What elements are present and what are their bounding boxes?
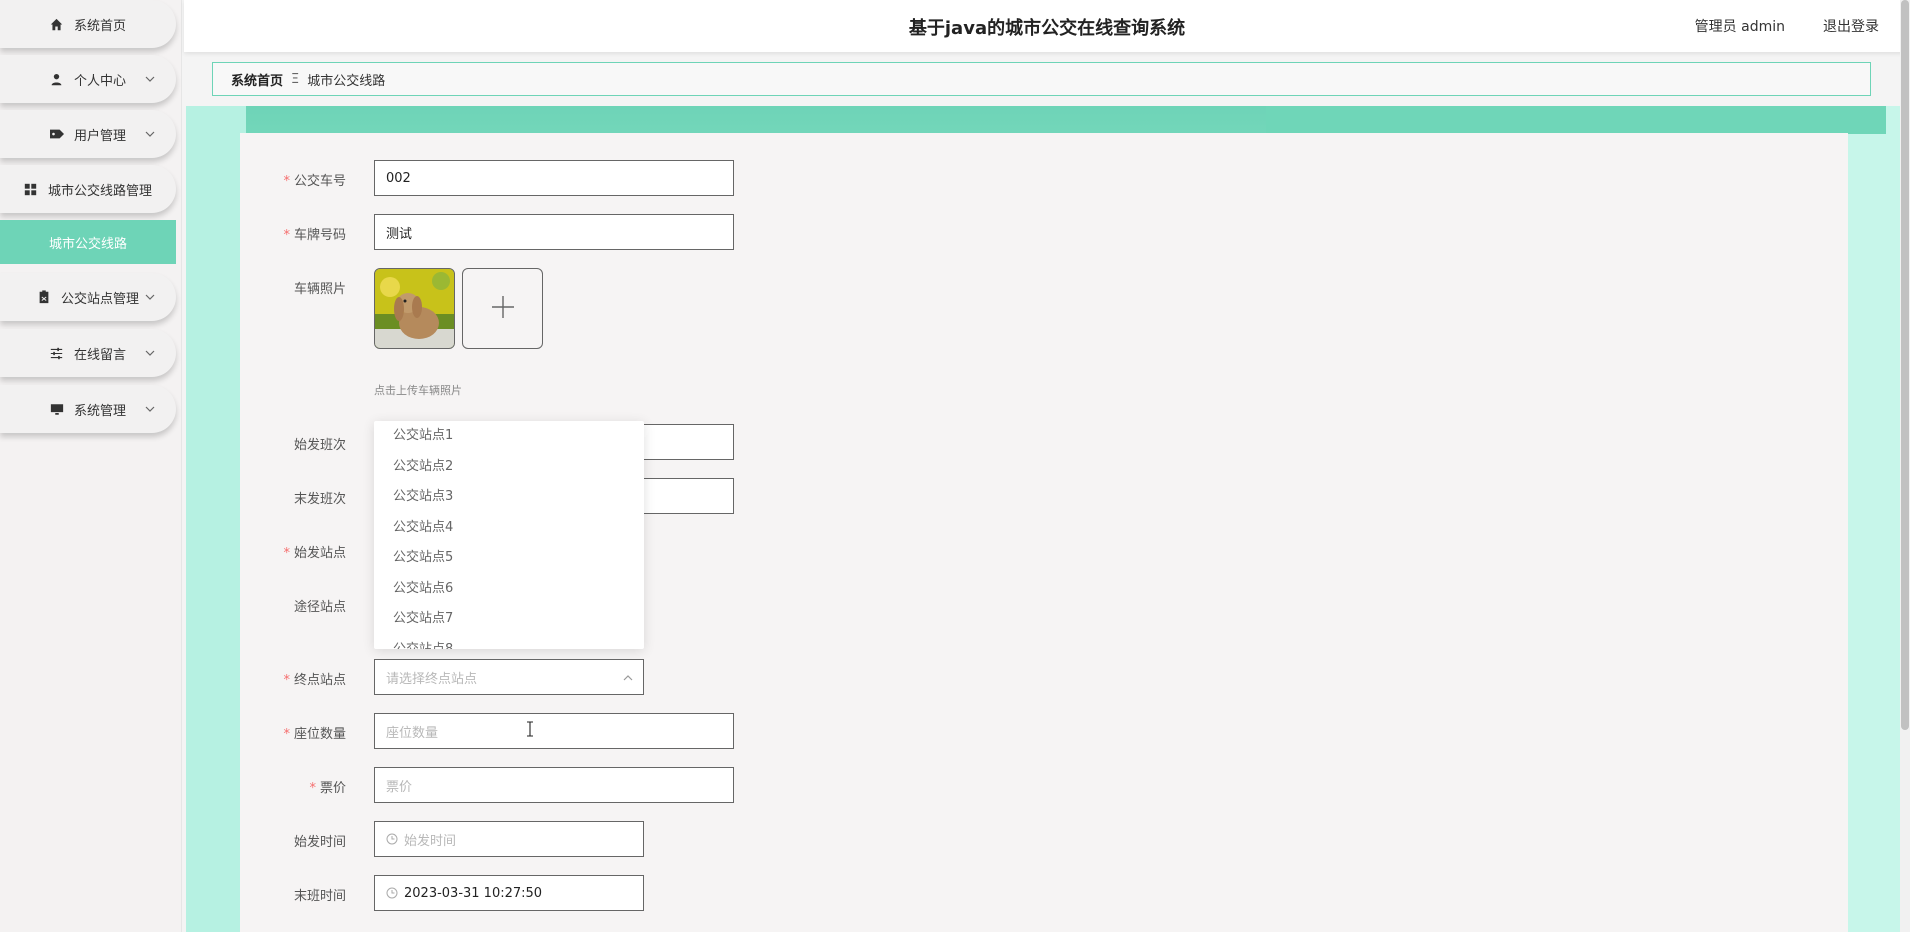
label-start-station: * 始发站点 bbox=[283, 546, 346, 561]
dropdown-option[interactable]: 公交站点1 bbox=[374, 421, 644, 452]
vehicle-photo-thumbnail[interactable] bbox=[374, 268, 455, 349]
chevron-down-icon bbox=[144, 128, 156, 140]
label-vehicle-photo: 车辆照片 bbox=[293, 282, 346, 297]
sidebar-item-label: 城市公交线路管理 bbox=[47, 183, 152, 199]
scrollbar-thumb[interactable] bbox=[1901, 0, 1909, 730]
sidebar-item-users[interactable]: 用户管理 bbox=[0, 110, 176, 158]
plate-number-input[interactable]: 测试 bbox=[374, 214, 734, 250]
logout-link[interactable]: 退出登录 bbox=[1823, 16, 1879, 36]
user-icon bbox=[50, 72, 64, 86]
dropdown-option[interactable]: 公交站点6 bbox=[374, 574, 644, 605]
label-end-time: 末班时间 bbox=[293, 889, 346, 904]
label-first-shift: 始发班次 bbox=[293, 438, 346, 453]
breadcrumb: 系统首页 Ξ 城市公交线路 bbox=[212, 62, 1871, 96]
label-plate-number: * 车牌号码 bbox=[283, 228, 346, 243]
chevron-down-icon bbox=[144, 291, 156, 303]
chevron-down-icon bbox=[144, 73, 156, 85]
clipboard-icon bbox=[37, 290, 51, 304]
sidebar-item-label: 城市公交线路 bbox=[48, 236, 127, 252]
upload-add-button[interactable] bbox=[462, 268, 543, 349]
label-fare: * 票价 bbox=[309, 781, 346, 796]
sidebar-item-label: 用户管理 bbox=[73, 128, 126, 144]
dropdown-option[interactable]: 公交站点8 bbox=[374, 635, 644, 650]
dropdown-option[interactable]: 公交站点7 bbox=[374, 604, 644, 635]
bus-number-input[interactable]: 002 bbox=[374, 160, 734, 196]
chevron-up-icon bbox=[623, 672, 633, 682]
start-time-picker[interactable]: 始发时间 bbox=[374, 821, 644, 857]
text-cursor-icon bbox=[526, 721, 534, 741]
label-start-time: 始发时间 bbox=[293, 835, 346, 850]
label-last-shift: 末发班次 bbox=[293, 492, 346, 507]
end-time-picker[interactable]: 2023-03-31 10:27:50 bbox=[374, 875, 644, 911]
sidebar-item-label: 个人中心 bbox=[73, 73, 126, 89]
user-label: 管理员 admin bbox=[1694, 19, 1785, 35]
sidebar-item-label: 公交站点管理 bbox=[60, 291, 139, 307]
dropdown-option[interactable]: 公交站点3 bbox=[374, 482, 644, 513]
chevron-down-icon bbox=[144, 347, 156, 359]
chevron-down-icon bbox=[144, 403, 156, 415]
sidebar-item-personal[interactable]: 个人中心 bbox=[0, 55, 176, 103]
upload-tip: 点击上传车辆照片 bbox=[374, 384, 462, 397]
label-via-stations: 途径站点 bbox=[293, 600, 346, 615]
sidebar: 系统首页 个人中心 用户管理 城市公交线路管理 城市公交线路 公交站点管理 在线… bbox=[0, 0, 182, 932]
sidebar-item-home[interactable]: 系统首页 bbox=[0, 0, 176, 48]
sidebar-item-system[interactable]: 系统管理 bbox=[0, 385, 176, 433]
plus-icon bbox=[490, 294, 516, 324]
dropdown-option[interactable]: 公交站点2 bbox=[374, 452, 644, 483]
label-seats: * 座位数量 bbox=[283, 727, 346, 742]
grid-icon bbox=[24, 182, 38, 196]
ticket-icon bbox=[49, 127, 64, 141]
dropdown-option[interactable]: 公交站点5 bbox=[374, 543, 644, 574]
clock-icon bbox=[386, 887, 398, 899]
page-scrollbar[interactable] bbox=[1900, 0, 1910, 932]
clock-icon bbox=[386, 833, 398, 845]
sidebar-item-station-management[interactable]: 公交站点管理 bbox=[0, 273, 176, 321]
seats-input[interactable]: 座位数量 bbox=[374, 713, 734, 749]
sidebar-item-messages[interactable]: 在线留言 bbox=[0, 329, 176, 377]
sidebar-item-label: 系统管理 bbox=[73, 403, 126, 419]
breadcrumb-separator: Ξ bbox=[291, 71, 300, 87]
sliders-icon bbox=[50, 346, 64, 360]
dropdown-option[interactable]: 公交站点4 bbox=[374, 513, 644, 544]
monitor-icon bbox=[50, 402, 64, 416]
sidebar-item-label: 系统首页 bbox=[73, 18, 126, 34]
breadcrumb-home[interactable]: 系统首页 bbox=[231, 70, 283, 89]
end-station-select[interactable]: 请选择终点站点 bbox=[374, 659, 644, 695]
decor-top-stripe bbox=[1266, 106, 1886, 134]
label-bus-number: * 公交车号 bbox=[283, 174, 346, 189]
sidebar-item-route-management[interactable]: 城市公交线路管理 bbox=[0, 165, 176, 213]
sidebar-item-label: 在线留言 bbox=[73, 347, 126, 363]
app-title: 基于java的城市公交在线查询系统 bbox=[908, 18, 1186, 39]
sidebar-item-route[interactable]: 城市公交线路 bbox=[0, 220, 176, 264]
station-dropdown: 公交站点1 公交站点2 公交站点3 公交站点4 公交站点5 公交站点6 公交站点… bbox=[374, 421, 644, 649]
home-icon bbox=[50, 17, 64, 31]
breadcrumb-current: 城市公交线路 bbox=[307, 73, 386, 89]
fare-input[interactable]: 票价 bbox=[374, 767, 734, 803]
label-end-station: * 终点站点 bbox=[283, 673, 346, 688]
top-header: 基于java的城市公交在线查询系统 管理员 admin 退出登录 bbox=[184, 0, 1910, 52]
